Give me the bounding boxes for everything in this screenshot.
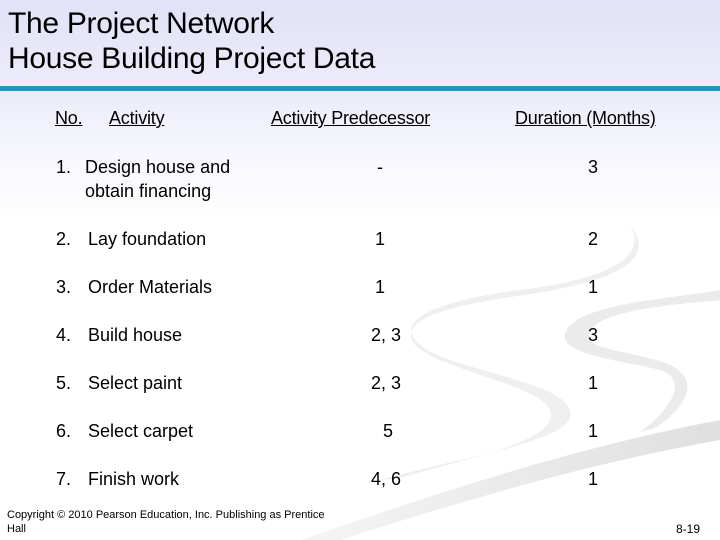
swoosh-curve-2 (564, 290, 720, 432)
copyright-line-2: Hall (7, 523, 26, 535)
row-number: 1. (56, 157, 72, 177)
row-duration: 1 (587, 277, 598, 297)
page-number: 8-19 (675, 522, 700, 536)
row-predecessor: 4, 6 (370, 469, 402, 489)
row-activity: Design house and (85, 157, 231, 177)
row-duration: 3 (587, 325, 598, 345)
header-activity: Activity (109, 108, 165, 128)
row-number: 6. (56, 421, 72, 441)
slide-title-line-1: The Project Network (8, 7, 275, 40)
copyright-line-1: Copyright © 2010 Pearson Education, Inc.… (7, 509, 325, 521)
row-duration: 1 (587, 421, 598, 441)
row-activity: Finish work (88, 469, 180, 489)
slide-title: The Project Network House Building Proje… (8, 6, 375, 76)
row-duration: 2 (587, 229, 598, 249)
row-activity: Select carpet (88, 421, 194, 441)
copyright-footer: Copyright © 2010 Pearson Education, Inc.… (7, 508, 367, 536)
row-number: 2. (56, 229, 72, 249)
row-predecessor: 1 (374, 277, 385, 297)
row-activity-continued: obtain financing (85, 181, 212, 201)
row-number: 3. (56, 277, 72, 297)
row-number: 4. (56, 325, 72, 345)
row-predecessor: - (377, 157, 383, 177)
row-predecessor: 5 (382, 421, 393, 441)
row-predecessor: 2, 3 (370, 373, 402, 393)
row-duration: 1 (587, 469, 598, 489)
row-activity: Select paint (88, 373, 183, 393)
row-activity: Order Materials (88, 277, 213, 297)
row-duration: 1 (587, 373, 598, 393)
slide-title-line-2: House Building Project Data (8, 42, 376, 75)
header-predecessor: Activity Predecessor (271, 108, 431, 128)
row-number: 5. (56, 373, 72, 393)
background-swoosh-decoration (300, 225, 720, 540)
row-activity: Build house (88, 325, 183, 345)
row-duration: 3 (587, 157, 598, 177)
row-predecessor: 1 (374, 229, 385, 249)
title-divider (0, 86, 720, 91)
row-activity: Lay foundation (88, 229, 207, 249)
header-duration: Duration (Months) (515, 108, 656, 128)
header-no: No. (55, 108, 83, 128)
row-number: 7. (56, 469, 72, 489)
row-predecessor: 2, 3 (370, 325, 402, 345)
